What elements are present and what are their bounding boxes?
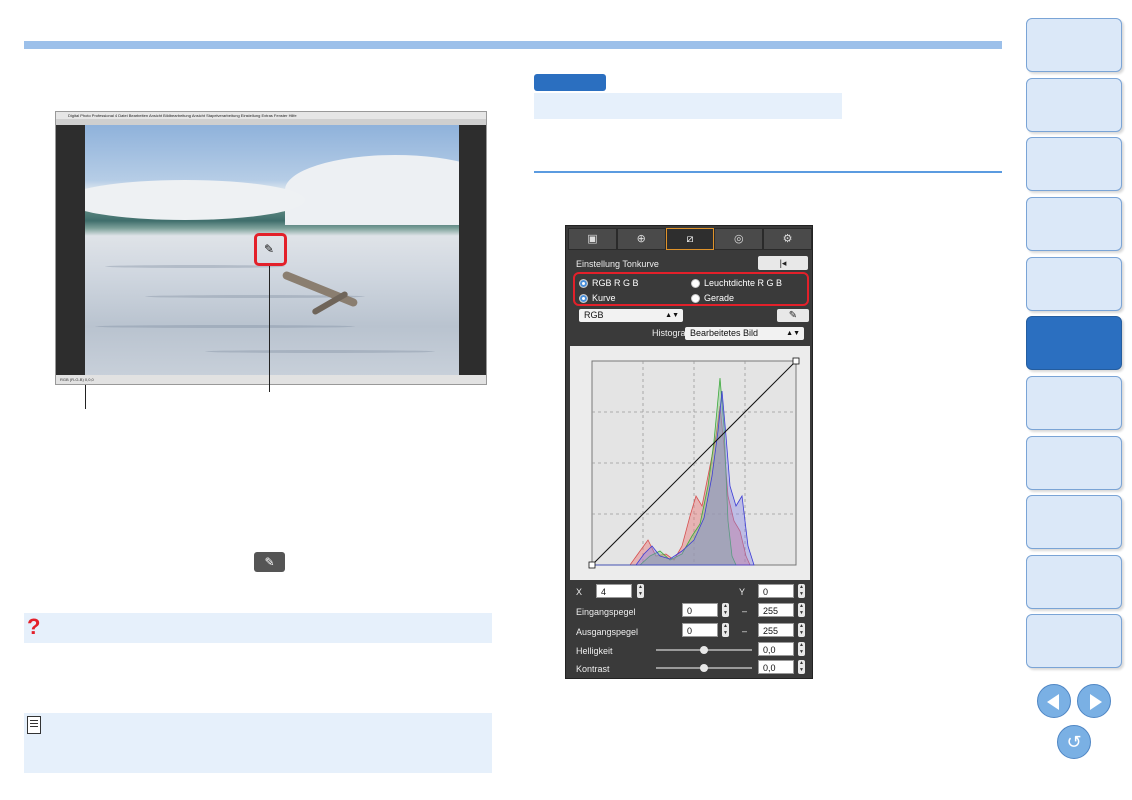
- y-stepper[interactable]: ▲ ▼: [798, 584, 805, 598]
- x-input[interactable]: 4: [596, 584, 632, 598]
- histogram-select-value: Bearbeitetes Bild: [690, 328, 759, 338]
- nav-tab-2[interactable]: [1026, 78, 1122, 132]
- radio-luminance-dot: [691, 278, 700, 288]
- radio-curve[interactable]: Kurve: [579, 293, 616, 303]
- output-level-min[interactable]: 0: [682, 623, 718, 637]
- radio-straight-dot: [691, 293, 700, 303]
- radio-curve-dot: [579, 293, 588, 303]
- contrast-slider-knob[interactable]: [700, 664, 708, 672]
- radio-curve-label: Kurve: [592, 293, 616, 303]
- mode-radio-group: RGB R G B Leuchtdichte R G B Kurve Gerad…: [573, 272, 809, 306]
- tab-tone-curve[interactable]: ⧄: [665, 228, 715, 250]
- output-min-stepper[interactable]: ▲ ▼: [722, 623, 729, 637]
- tab-detail[interactable]: ⊕: [616, 228, 666, 250]
- nav-tab-1[interactable]: [1026, 18, 1122, 72]
- tab-basic[interactable]: ▣: [568, 228, 617, 250]
- reset-button[interactable]: |◂: [758, 256, 808, 270]
- question-icon: ?: [27, 614, 41, 639]
- nav-tab-4[interactable]: [1026, 197, 1122, 251]
- contrast-stepper[interactable]: ▲ ▼: [798, 660, 805, 674]
- section-tag-bar: [534, 93, 842, 119]
- nav-tab-9[interactable]: [1026, 495, 1122, 549]
- select-arrows-icon: ▲▼: [665, 312, 679, 319]
- callout-line: [269, 266, 270, 392]
- photo-dune: [285, 155, 459, 225]
- nav-tab-3[interactable]: [1026, 137, 1122, 191]
- nav-tab-10[interactable]: [1026, 555, 1122, 609]
- curve-point-start[interactable]: [588, 561, 596, 569]
- channel-select-value: RGB: [584, 310, 604, 320]
- x-stepper[interactable]: ▲ ▼: [637, 584, 644, 598]
- nav-tab-8[interactable]: [1026, 436, 1122, 490]
- nav-tab-11[interactable]: [1026, 614, 1122, 668]
- tool-tabs: ▣ ⊕ ⧄ ◎ ⚙: [568, 228, 812, 250]
- brightness-label: Helligkeit: [576, 646, 613, 656]
- tone-curve-svg: [588, 357, 800, 569]
- radio-luminance[interactable]: Leuchtdichte R G B: [691, 278, 782, 288]
- eyedropper-cursor-icon: ✎: [264, 242, 275, 256]
- section-divider: [534, 171, 1002, 173]
- callout-line: [85, 385, 86, 409]
- tab-settings[interactable]: ⚙: [763, 228, 812, 250]
- tone-curve-graph[interactable]: [570, 346, 810, 580]
- memo-icon: [27, 716, 41, 734]
- photo-ripple: [205, 350, 435, 353]
- app-menubar: Digital Photo Professional 4 Datei Bearb…: [56, 112, 486, 119]
- select-arrows-icon: ▲▼: [786, 330, 800, 337]
- brightness-stepper[interactable]: ▲ ▼: [798, 642, 805, 656]
- troubleshooting-bar: [24, 613, 492, 643]
- histogram-select[interactable]: Bearbeitetes Bild ▲▼: [685, 327, 804, 340]
- radio-rgb-dot: [579, 278, 588, 288]
- brightness-slider-knob[interactable]: [700, 646, 708, 654]
- output-level-max[interactable]: 255: [758, 623, 794, 637]
- photo-dune: [85, 180, 305, 220]
- y-label: Y: [739, 587, 746, 597]
- contrast-input[interactable]: 0,0: [758, 660, 794, 674]
- input-level-max[interactable]: 255: [758, 603, 794, 617]
- contrast-label: Kontrast: [576, 664, 610, 674]
- prev-page-icon[interactable]: [1037, 684, 1071, 718]
- top-color-bar: [24, 41, 1002, 49]
- next-page-icon[interactable]: [1077, 684, 1111, 718]
- radio-straight[interactable]: Gerade: [691, 293, 734, 303]
- channel-select[interactable]: RGB ▲▼: [579, 309, 683, 322]
- radio-rgb-label: RGB R G B: [592, 278, 639, 288]
- radio-luminance-label: Leuchtdichte R G B: [704, 278, 783, 288]
- photo-driftwood: [281, 270, 359, 308]
- y-input[interactable]: 0: [758, 584, 794, 598]
- app-statusbar: RGB (R-G-B) 0,0,0: [56, 375, 486, 384]
- input-min-stepper[interactable]: ▲ ▼: [722, 603, 729, 617]
- tone-curve-panel: ▣ ⊕ ⧄ ◎ ⚙ Einstellung Tonkurve |◂ RGB R …: [565, 225, 813, 679]
- input-level-min[interactable]: 0: [682, 603, 718, 617]
- brightness-input[interactable]: 0,0: [758, 642, 794, 656]
- range-dash: –: [742, 626, 748, 636]
- panel-title: Einstellung Tonkurve: [576, 259, 659, 269]
- tab-color[interactable]: ◎: [714, 228, 764, 250]
- input-level-label: Eingangspegel: [576, 607, 636, 617]
- nav-tab-6-active[interactable]: [1026, 316, 1122, 370]
- section-tag: [534, 74, 606, 91]
- nav-tab-5[interactable]: [1026, 257, 1122, 311]
- range-dash: –: [742, 606, 748, 616]
- x-label: X: [576, 587, 583, 597]
- panel-eyedropper-button[interactable]: ✎: [777, 309, 809, 322]
- radio-straight-label: Gerade: [704, 293, 735, 303]
- back-return-icon[interactable]: ↺: [1057, 725, 1091, 759]
- input-max-stepper[interactable]: ▲ ▼: [798, 603, 805, 617]
- output-level-label: Ausgangspegel: [576, 627, 639, 637]
- nav-tab-7[interactable]: [1026, 376, 1122, 430]
- eyedropper-button[interactable]: ✎: [254, 552, 285, 572]
- curve-point-end[interactable]: [792, 357, 800, 365]
- radio-rgb[interactable]: RGB R G B: [579, 278, 639, 288]
- output-max-stepper[interactable]: ▲ ▼: [798, 623, 805, 637]
- photo-ripple: [95, 325, 355, 328]
- memo-bar: [24, 713, 492, 773]
